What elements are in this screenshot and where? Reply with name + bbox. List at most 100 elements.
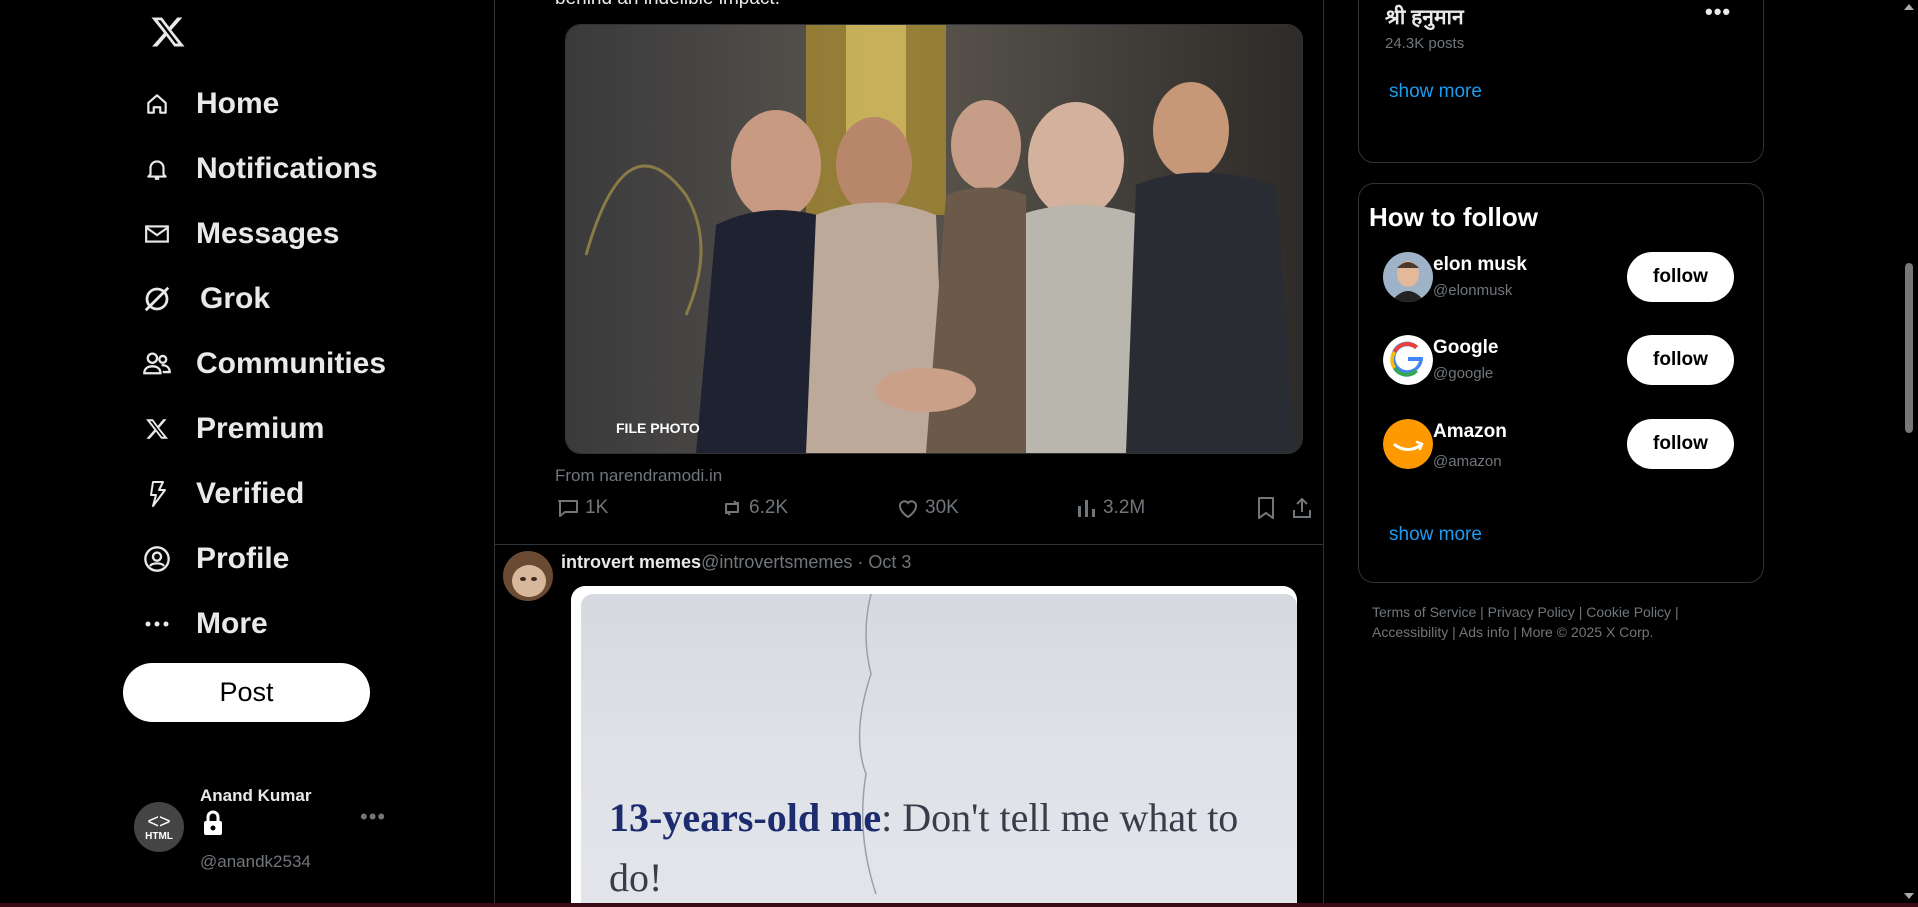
tweet-author-name[interactable]: introvert memes: [561, 552, 701, 572]
nav-messages[interactable]: Messages: [140, 207, 339, 261]
nav-messages-label: Messages: [196, 217, 340, 250]
home-icon: [140, 87, 174, 121]
tweet-date[interactable]: · Oct 3: [857, 552, 911, 572]
follow-suggestion-elon[interactable]: elon musk @elonmusk follow: [1383, 252, 1753, 322]
share-button[interactable]: [1291, 496, 1313, 520]
nav-notifications-label: Notifications: [196, 152, 378, 185]
repost-icon: [725, 500, 739, 516]
panel-title: How to follow: [1369, 202, 1538, 232]
copyright: © 2025 X Corp.: [1556, 624, 1654, 640]
timeline: behind an indelible impact. FILE PHOT: [494, 0, 1324, 907]
amazon-logo-icon: [1383, 419, 1433, 469]
lock-icon: [202, 810, 224, 836]
nav-more[interactable]: More: [140, 597, 268, 651]
reply-button[interactable]: 1K: [555, 496, 608, 520]
x-logo-icon[interactable]: [150, 14, 186, 50]
bookmark-icon: [1258, 497, 1274, 519]
reply-icon: [558, 500, 578, 517]
nav-more-label: More: [196, 607, 268, 640]
post-button[interactable]: Post: [123, 663, 370, 722]
follow-button[interactable]: follow: [1627, 252, 1734, 302]
scrollbar[interactable]: [1900, 0, 1918, 907]
more-dots-icon: [140, 607, 174, 641]
nav-verified-label: Verified: [196, 477, 305, 510]
nav-communities-label: Communities: [196, 347, 387, 380]
follow-name: Amazon: [1433, 421, 1507, 442]
tweet-author-handle[interactable]: @introvertsmemes: [701, 552, 852, 572]
nav-grok[interactable]: Grok: [140, 272, 270, 326]
scrollbar-thumb[interactable]: [1905, 263, 1913, 433]
footer-cookie[interactable]: Cookie Policy: [1586, 604, 1671, 620]
like-count: 30K: [925, 497, 959, 518]
chart-icon: [1078, 500, 1095, 517]
follow-button[interactable]: follow: [1627, 335, 1734, 385]
meme-bold-text: 13-years-old me: [609, 795, 882, 840]
bell-icon: [140, 152, 174, 186]
nav-communities[interactable]: Communities: [140, 337, 386, 391]
nav-grok-label: Grok: [200, 282, 271, 315]
trend-count: 24.3K posts: [1385, 35, 1465, 52]
nav-profile-label: Profile: [196, 542, 290, 575]
follow-handle: @google: [1433, 365, 1494, 382]
footer-privacy[interactable]: Privacy Policy: [1488, 604, 1575, 620]
left-sidebar: Home Notifications Messages Grok Communi…: [0, 0, 494, 907]
nav-home[interactable]: Home: [140, 77, 279, 131]
tweet-photo[interactable]: FILE PHOTO: [565, 24, 1303, 454]
tweet-photo[interactable]: 13-years-old me: Don't tell me what to d…: [571, 586, 1297, 907]
tweet-header: introvert memes@introvertsmemes · Oct 3: [561, 552, 911, 573]
footer-accessibility[interactable]: Accessibility: [1372, 624, 1448, 640]
account-name: Anand Kumar: [200, 786, 312, 805]
people-icon: [140, 347, 174, 381]
tweet-text: behind an indelible impact.: [555, 0, 780, 10]
who-to-follow-panel: How to follow elon musk @elonmusk follow…: [1358, 183, 1764, 583]
link-source[interactable]: From narendramodi.in: [555, 466, 722, 486]
heart-icon: [899, 500, 917, 519]
trend-name[interactable]: श्री हनुमान: [1385, 3, 1464, 31]
nav-home-label: Home: [196, 87, 280, 120]
avatar[interactable]: [503, 551, 553, 601]
share-icon: [1293, 497, 1311, 518]
views-count: 3.2M: [1103, 497, 1146, 518]
nav-premium[interactable]: Premium: [140, 402, 324, 456]
bookmark-button[interactable]: [1255, 496, 1277, 520]
google-logo-icon: [1383, 335, 1433, 385]
nav-verified[interactable]: Verified: [140, 467, 304, 521]
views-button[interactable]: 3.2M: [1075, 496, 1145, 520]
code-icon: <>: [147, 810, 171, 833]
account-switcher[interactable]: <> HTML Anand Kumar @anandk2534 •••: [132, 782, 392, 882]
follow-suggestion-google[interactable]: Google @google follow: [1383, 335, 1753, 405]
show-more-follow-link[interactable]: show more: [1389, 524, 1482, 546]
scroll-down-arrow-icon[interactable]: [1904, 893, 1914, 899]
right-sidebar: श्री हनुमान ••• 24.3K posts show more Ho…: [1322, 0, 1918, 907]
lightning-icon: [140, 477, 174, 511]
trends-panel: श्री हनुमान ••• 24.3K posts show more: [1358, 0, 1764, 163]
footer-ads-info[interactable]: Ads info: [1459, 624, 1510, 640]
person-icon: [140, 542, 174, 576]
grok-icon: [140, 282, 174, 316]
repost-button[interactable]: 6.2K: [719, 496, 788, 520]
tweet-actions: 1K 6.2K 30K 3.2M: [555, 496, 1323, 532]
trend-more-icon[interactable]: •••: [1705, 0, 1731, 25]
meme-image: 13-years-old me: Don't tell me what to d…: [581, 594, 1297, 907]
avatar-text: HTML: [145, 830, 173, 842]
follow-suggestion-amazon[interactable]: Amazon @amazon follow: [1383, 419, 1753, 489]
footer-more[interactable]: More: [1521, 624, 1553, 640]
follow-handle: @amazon: [1433, 453, 1502, 470]
nav-profile[interactable]: Profile: [140, 532, 289, 586]
follow-button[interactable]: follow: [1627, 419, 1734, 469]
follow-handle: @elonmusk: [1433, 282, 1513, 299]
scroll-up-arrow-icon[interactable]: [1904, 4, 1914, 10]
avatar: [1383, 252, 1433, 302]
nav-notifications[interactable]: Notifications: [140, 142, 378, 196]
photo-caption: FILE PHOTO: [616, 420, 700, 436]
account-more-icon[interactable]: •••: [360, 804, 386, 830]
avatar: <> HTML: [134, 802, 184, 852]
account-handle: @anandk2534: [200, 852, 311, 871]
footer-terms[interactable]: Terms of Service: [1372, 604, 1476, 620]
meme-text: 13-years-old me: Don't tell me what to d…: [609, 788, 1269, 907]
repost-count: 6.2K: [749, 497, 789, 518]
show-more-trends-link[interactable]: show more: [1389, 81, 1482, 103]
footer-links: Terms of Service | Privacy Policy | Cook…: [1372, 604, 1679, 640]
nav-premium-label: Premium: [196, 412, 325, 445]
like-button[interactable]: 30K: [895, 496, 959, 520]
